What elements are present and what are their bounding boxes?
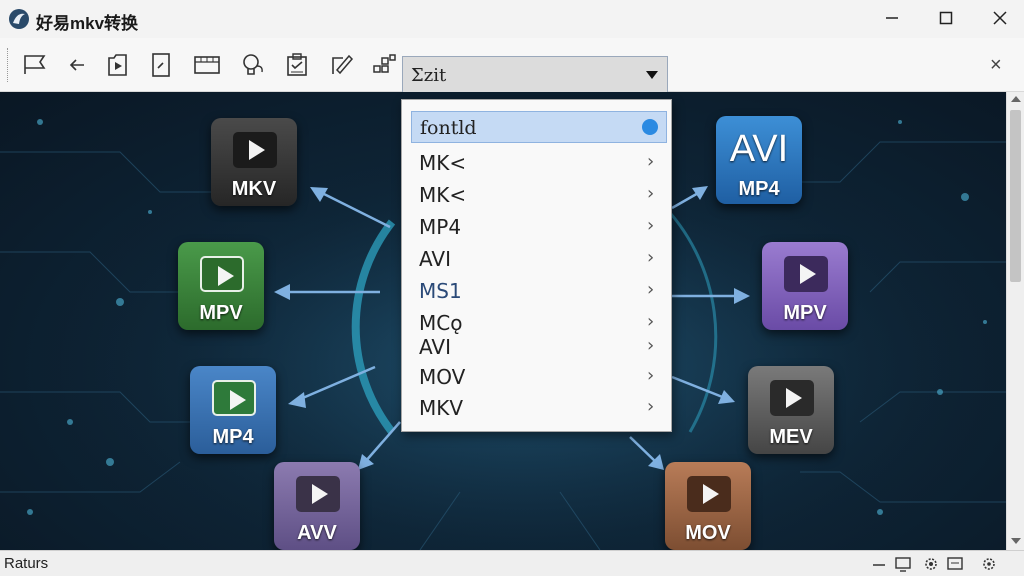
chevron-down-icon[interactable] [646, 71, 658, 79]
document-icon [152, 53, 170, 77]
format-dropdown-list: fontld MK< › MK< › MP4 › AVI › MS1 › MCǫ… [401, 99, 672, 432]
scroll-down-arrow-icon[interactable] [1011, 538, 1021, 544]
chevron-right-icon: › [647, 279, 655, 300]
chevron-right-icon: › [647, 247, 655, 268]
dropdown-item[interactable]: MKV › [411, 391, 667, 423]
video-play-icon [296, 476, 340, 512]
chevron-right-icon: › [647, 311, 655, 332]
tile-label: MP4 [738, 178, 780, 200]
grid-icon [373, 54, 396, 73]
dropdown-item[interactable]: MS1 › [411, 274, 667, 306]
scroll-thumb[interactable] [1010, 110, 1021, 282]
tile-label: AVV [297, 522, 337, 544]
dropdown-item-label: AVI [419, 335, 451, 359]
chevron-right-icon: › [647, 183, 655, 204]
chevron-right-icon: › [647, 215, 655, 236]
mov-format-tile[interactable]: MOV [665, 462, 751, 550]
video-play-icon [784, 256, 828, 292]
chevron-right-icon: › [647, 335, 655, 356]
close-button[interactable] [974, 0, 1024, 36]
tile-label: MPV [199, 302, 243, 324]
toolbar-grip[interactable] [7, 48, 9, 82]
film-strip-button[interactable] [192, 50, 222, 80]
mkv-format-tile[interactable]: MKV [211, 118, 297, 206]
tile-label: MPV [783, 302, 827, 324]
app-logo-icon [9, 9, 29, 29]
lightbulb-icon [243, 54, 263, 75]
dropdown-item[interactable]: MOV › [411, 360, 667, 392]
export-play-icon [108, 54, 127, 76]
avi-format-tile[interactable]: AVI MP4 [716, 116, 802, 204]
flag-icon [24, 55, 46, 74]
dropdown-item-selected[interactable]: fontld [411, 111, 667, 143]
vertical-scrollbar[interactable] [1006, 92, 1024, 550]
dropdown-item[interactable]: AVI › [411, 330, 667, 362]
dropdown-item[interactable]: MP4 › [411, 210, 667, 242]
video-play-icon [233, 132, 277, 168]
minus-icon[interactable] [870, 555, 888, 573]
grid-button[interactable] [369, 50, 399, 80]
toolbar-close-button[interactable]: × [990, 54, 1002, 77]
checklist-icon [287, 53, 307, 76]
format-combo-value: Σzit [411, 65, 447, 86]
flag-button[interactable] [20, 50, 50, 80]
app-title: 好易mkv转换 [36, 14, 139, 33]
avv-format-tile[interactable]: AVV [274, 462, 360, 550]
mpv-format-tile-right[interactable]: MPV [762, 242, 848, 330]
dropdown-item[interactable]: AVI › [411, 242, 667, 274]
title-bar: 好易mkv转换 [0, 0, 1024, 38]
format-combo-box[interactable]: Σzit [402, 56, 668, 92]
dropdown-item-label: MKV [419, 396, 464, 420]
dropdown-item-label: MK< [419, 151, 467, 175]
back-arrow-icon [69, 59, 84, 71]
gear-icon[interactable] [980, 555, 998, 573]
chevron-right-icon: › [647, 396, 655, 417]
video-play-icon [770, 380, 814, 416]
tile-label: MP4 [212, 426, 254, 448]
dropdown-item-label: MS1 [419, 279, 462, 303]
mev-format-tile[interactable]: MEV [748, 366, 834, 454]
minimize-button[interactable] [866, 0, 918, 36]
monitor-icon[interactable] [894, 555, 912, 573]
export-button[interactable] [103, 50, 133, 80]
close-icon [993, 11, 1007, 25]
dropdown-item[interactable]: MK< › [411, 178, 667, 210]
screen-icon[interactable] [946, 555, 964, 573]
tile-label: MKV [231, 178, 277, 200]
mpv-format-tile[interactable]: MPV [178, 242, 264, 330]
tile-title: AVI [729, 128, 789, 170]
chevron-right-icon: › [647, 365, 655, 386]
checklist-button[interactable] [282, 50, 312, 80]
app-window: 好易mkv转换 × Σzit MKV MPV MP4 AVV AVI MP4 M… [0, 0, 1024, 576]
status-bar: Raturs [0, 550, 1024, 576]
video-play-icon [687, 476, 731, 512]
back-button[interactable] [62, 50, 92, 80]
video-play-icon [212, 380, 256, 416]
blue-drop-icon [642, 119, 658, 135]
minimize-icon [886, 17, 898, 19]
maximize-icon [939, 11, 953, 25]
document-button[interactable] [146, 50, 176, 80]
dropdown-item-label: fontld [420, 117, 477, 139]
chevron-right-icon: › [647, 151, 655, 172]
tile-label: MEV [769, 426, 813, 448]
dropdown-item-label: MK< [419, 183, 467, 207]
tile-label: MOV [685, 522, 731, 544]
status-text: Raturs [4, 555, 49, 572]
dropdown-item-label: MP4 [419, 215, 462, 239]
film-strip-icon [194, 56, 220, 74]
settings-icon[interactable] [922, 555, 940, 573]
dropdown-item-label: AVI [419, 247, 451, 271]
maximize-button[interactable] [920, 0, 972, 36]
lightbulb-button[interactable] [237, 50, 267, 80]
dropdown-item-label: MOV [419, 365, 466, 389]
mp4-format-tile[interactable]: MP4 [190, 366, 276, 454]
scroll-up-arrow-icon[interactable] [1011, 96, 1021, 102]
video-play-icon [200, 256, 244, 292]
edit-icon [332, 54, 354, 75]
dropdown-item[interactable]: MK< › [411, 146, 667, 178]
edit-button[interactable] [327, 50, 357, 80]
